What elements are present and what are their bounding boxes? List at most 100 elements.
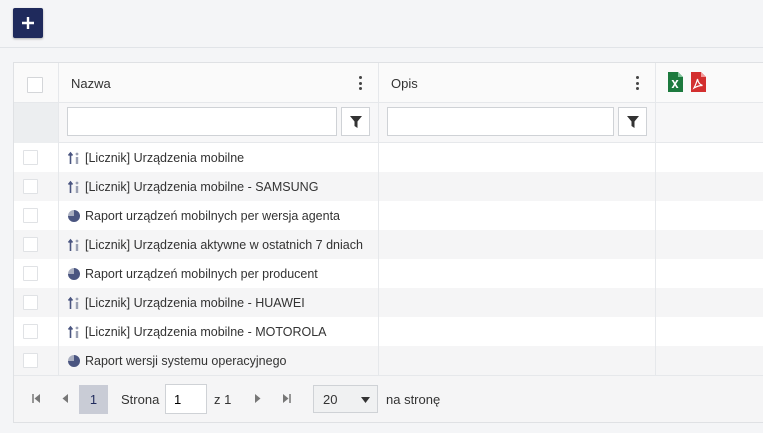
last-page-button[interactable] <box>276 388 296 408</box>
row-select-cell <box>14 259 59 288</box>
row-name: [Licznik] Urządzenia mobilne - HUAWEI <box>85 295 305 310</box>
row-name-cell[interactable]: Raport wersji systemu operacyjnego <box>59 346 379 375</box>
next-page-button[interactable] <box>247 388 267 408</box>
row-select-cell <box>14 230 59 259</box>
table-row[interactable]: [Licznik] Urządzenia aktywne w ostatnich… <box>14 230 763 259</box>
row-name: Raport urządzeń mobilnych per producent <box>85 266 318 281</box>
row-select-cell <box>14 288 59 317</box>
row-checkbox[interactable] <box>23 295 38 310</box>
column-header-name[interactable]: Nazwa <box>59 63 379 103</box>
row-name: [Licznik] Urządzenia mobilne - SAMSUNG <box>85 179 319 194</box>
row-select-cell <box>14 317 59 346</box>
row-export-cell <box>656 172 763 201</box>
header-select-cell <box>14 63 59 103</box>
row-export-cell <box>656 288 763 317</box>
row-checkbox[interactable] <box>23 208 38 223</box>
counter-icon <box>67 238 79 251</box>
row-desc-cell <box>379 172 656 201</box>
row-desc-cell <box>379 317 656 346</box>
first-page-button[interactable] <box>26 388 46 408</box>
row-name-cell[interactable]: [Licznik] Urządzenia mobilne - SAMSUNG <box>59 172 379 201</box>
row-name-cell[interactable]: [Licznik] Urządzenia mobilne - HUAWEI <box>59 288 379 317</box>
excel-icon[interactable] <box>668 72 683 92</box>
filter-row <box>14 103 763 143</box>
first-page-icon <box>31 393 40 403</box>
row-name: Raport urządzeń mobilnych per wersja age… <box>85 208 340 223</box>
table-row[interactable]: [Licznik] Urządzenia mobilne - HUAWEI <box>14 288 763 317</box>
table-row[interactable]: [Licznik] Urządzenia mobilne <box>14 143 763 172</box>
counter-icon <box>67 296 79 309</box>
counter-icon <box>67 151 79 164</box>
filter-cell-desc <box>379 103 656 143</box>
page-label: Strona <box>121 392 160 407</box>
last-page-icon <box>282 393 291 403</box>
column-header-desc[interactable]: Opis <box>379 63 656 103</box>
per-page-label: na stronę <box>386 392 441 407</box>
pager: 1 Strona z 1 20 na stronę <box>14 375 763 422</box>
row-checkbox[interactable] <box>23 266 38 281</box>
column-title-name: Nazwa <box>71 76 111 91</box>
row-name-cell[interactable]: Raport urządzeń mobilnych per wersja age… <box>59 201 379 230</box>
row-export-cell <box>656 346 763 375</box>
filter-cell-export <box>656 103 763 143</box>
page-size-select[interactable]: 20 <box>313 385 378 413</box>
table-row[interactable]: [Licznik] Urządzenia mobilne - SAMSUNG <box>14 172 763 201</box>
table-row[interactable]: Raport urządzeń mobilnych per wersja age… <box>14 201 763 230</box>
row-export-cell <box>656 230 763 259</box>
row-checkbox[interactable] <box>23 237 38 252</box>
column-menu-name-icon[interactable] <box>357 75 363 91</box>
page-count-label: z 1 <box>214 392 232 407</box>
page-number-button[interactable]: 1 <box>79 385 108 414</box>
row-checkbox[interactable] <box>23 179 38 194</box>
row-desc-cell <box>379 259 656 288</box>
row-name-cell[interactable]: [Licznik] Urządzenia aktywne w ostatnich… <box>59 230 379 259</box>
row-name: [Licznik] Urządzenia mobilne - MOTOROLA <box>85 324 327 339</box>
page-input[interactable] <box>165 384 207 414</box>
toolbar <box>0 0 763 48</box>
row-select-cell <box>14 143 59 172</box>
next-page-icon <box>254 393 260 403</box>
row-desc-cell <box>379 346 656 375</box>
table-row[interactable]: Raport wersji systemu operacyjnego <box>14 346 763 375</box>
report-grid: Nazwa Opis [Licznik] Urządzenia mobilne … <box>13 62 763 423</box>
row-checkbox[interactable] <box>23 324 38 339</box>
pie-chart-icon <box>68 267 80 280</box>
column-menu-desc-icon[interactable] <box>634 75 640 91</box>
filter-icon <box>349 115 362 128</box>
row-desc-cell <box>379 201 656 230</box>
export-cell <box>656 63 763 103</box>
table-row[interactable]: Raport urządzeń mobilnych per producent <box>14 259 763 288</box>
select-all-checkbox[interactable] <box>27 77 43 93</box>
pdf-icon[interactable] <box>691 72 706 92</box>
page-size-value: 20 <box>323 391 338 407</box>
row-desc-cell <box>379 143 656 172</box>
row-export-cell <box>656 259 763 288</box>
row-select-cell <box>14 346 59 375</box>
column-title-desc: Opis <box>391 76 418 91</box>
row-checkbox[interactable] <box>23 150 38 165</box>
row-export-cell <box>656 143 763 172</box>
row-select-cell <box>14 172 59 201</box>
row-name-cell[interactable]: [Licznik] Urządzenia mobilne - MOTOROLA <box>59 317 379 346</box>
row-name: Raport wersji systemu operacyjnego <box>85 353 287 368</box>
counter-icon <box>67 180 79 193</box>
prev-page-button[interactable] <box>55 388 75 408</box>
chevron-down-icon <box>361 397 370 403</box>
pie-chart-icon <box>68 209 80 222</box>
row-desc-cell <box>379 288 656 317</box>
row-checkbox[interactable] <box>23 353 38 368</box>
desc-filter-input[interactable] <box>387 107 614 136</box>
pie-chart-icon <box>68 354 80 367</box>
filter-icon <box>626 115 639 128</box>
prev-page-icon <box>62 393 68 403</box>
row-name-cell[interactable]: [Licznik] Urządzenia mobilne <box>59 143 379 172</box>
filter-cell-name <box>59 103 379 143</box>
filter-empty-cell <box>14 103 59 143</box>
table-row[interactable]: [Licznik] Urządzenia mobilne - MOTOROLA <box>14 317 763 346</box>
desc-filter-button[interactable] <box>618 107 647 136</box>
name-filter-button[interactable] <box>341 107 370 136</box>
add-button[interactable] <box>13 8 43 38</box>
row-name-cell[interactable]: Raport urządzeń mobilnych per producent <box>59 259 379 288</box>
row-desc-cell <box>379 230 656 259</box>
name-filter-input[interactable] <box>67 107 337 136</box>
